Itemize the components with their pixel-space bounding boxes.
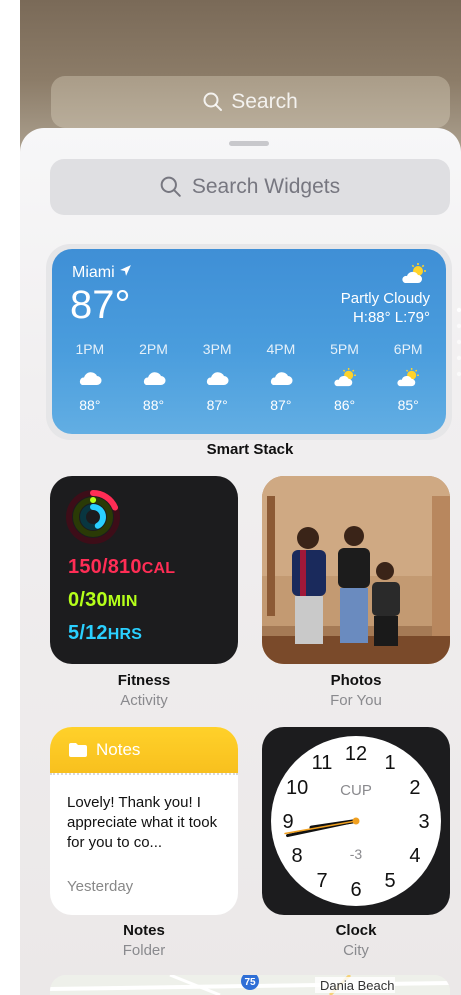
partly-cloudy-icon — [331, 359, 359, 397]
clock-widget[interactable]: CUP -3 12 1 2 3 4 5 6 7 8 9 10 11 — [262, 727, 450, 915]
clock-city-code: CUP — [340, 782, 372, 799]
clock-numeral: 10 — [286, 777, 308, 799]
hourly-forecast: 1PM 88° 2PM 88° 3PM 87° 4PM 87° 5PM 86° … — [58, 341, 440, 413]
map-thumbnail: 75 Dania Beach — [50, 975, 450, 995]
home-search-label: Search — [231, 90, 298, 113]
note-date: Yesterday — [67, 878, 134, 895]
clock-numeral: 7 — [316, 870, 327, 892]
clock-numeral: 1 — [384, 752, 395, 774]
clock-numeral: 12 — [345, 743, 367, 765]
location-arrow-icon — [120, 265, 132, 276]
hourly-item: 2PM 88° — [122, 341, 186, 413]
hour-time: 2PM — [139, 341, 168, 357]
clock-offset: -3 — [350, 846, 363, 862]
activity-rings — [66, 490, 120, 544]
hourly-item: 4PM 87° — [249, 341, 313, 413]
weather-high-low: H:88° L:79° — [352, 309, 430, 326]
widget-search-placeholder: Search Widgets — [191, 175, 341, 198]
clock-numeral: 11 — [312, 752, 333, 774]
cloud-icon — [142, 359, 166, 397]
hour-temp: 87° — [270, 397, 292, 413]
route-badge: 75 — [244, 977, 256, 988]
map-place-label: Dania Beach — [320, 978, 394, 993]
analog-clock: CUP -3 12 12 3 45 6 78 9 1011 — [271, 736, 441, 906]
photos-widget[interactable] — [262, 476, 450, 664]
hour-temp: 85° — [397, 397, 419, 413]
clock-numeral: 9 — [282, 811, 293, 833]
smart-stack-label: Smart Stack — [206, 441, 294, 458]
widget-search-field[interactable]: Search Widgets — [50, 159, 450, 215]
partly-cloudy-icon — [394, 359, 422, 397]
notes-sublabel: Folder — [122, 942, 166, 959]
hourly-item: 6PM 85° — [376, 341, 440, 413]
notes-widget[interactable]: Notes Lovely! Thank you! I appreciate wh… — [50, 727, 238, 915]
fitness-widget[interactable]: 150/810CAL 0/30MIN 5/12HRS — [50, 476, 238, 664]
home-search-bar[interactable]: Search — [51, 76, 450, 128]
notes-header-title: Notes — [96, 740, 141, 759]
notes-header: Notes — [50, 727, 238, 773]
clock-sublabel: City — [343, 942, 369, 959]
weather-city: Miami — [72, 264, 132, 282]
hour-temp: 88° — [142, 397, 165, 413]
sheet-grabber[interactable] — [229, 141, 269, 146]
weather-widget[interactable]: Miami 87° Partly Cloudy H:88° L:79° 1PM … — [52, 249, 446, 434]
clock-numeral: 4 — [409, 845, 420, 867]
search-icon — [160, 176, 181, 197]
search-icon — [203, 92, 223, 111]
hour-time: 6PM — [393, 341, 423, 357]
clock-numeral: 3 — [418, 811, 429, 833]
notes-label: Notes — [123, 922, 165, 939]
stand-stat: 5/12HRS — [68, 622, 143, 644]
partly-cloudy-icon — [400, 263, 428, 290]
weather-condition: Partly Cloudy — [340, 290, 430, 307]
move-stat: 150/810CAL — [68, 556, 176, 578]
weather-temperature: 87° — [70, 283, 131, 327]
hourly-item: 3PM 87° — [185, 341, 249, 413]
hour-temp: 88° — [79, 397, 101, 413]
exercise-stat: 0/30MIN — [68, 589, 138, 611]
cloud-icon — [205, 359, 229, 397]
clock-numeral: 8 — [292, 845, 303, 867]
photos-sublabel: For You — [330, 692, 382, 709]
fitness-label: Fitness — [117, 672, 171, 689]
clock-numeral: 5 — [384, 870, 395, 892]
clock-numeral: 6 — [350, 879, 361, 901]
hour-temp: 87° — [206, 397, 228, 413]
stack-page-indicator — [456, 307, 461, 377]
clock-label: Clock — [335, 922, 377, 939]
hour-time: 3PM — [202, 341, 232, 357]
hour-time: 5PM — [330, 341, 359, 357]
folder-icon — [69, 743, 87, 757]
notes-divider — [50, 773, 238, 775]
note-preview: Lovely! Thank you! I appreciate what it … — [67, 794, 218, 851]
fitness-sublabel: Activity — [120, 692, 168, 709]
family-photo — [262, 476, 450, 664]
hour-time: 1PM — [75, 341, 105, 357]
cloud-icon — [78, 359, 102, 397]
hourly-item: 1PM 88° — [58, 341, 122, 413]
hourly-item: 5PM 86° — [313, 341, 377, 413]
maps-widget-peek[interactable]: 75 Dania Beach — [50, 975, 450, 995]
cloud-icon — [269, 359, 293, 397]
clock-numeral: 2 — [409, 777, 420, 799]
hour-temp: 86° — [333, 397, 356, 413]
clock-center-pin — [352, 817, 360, 825]
hour-time: 4PM — [266, 341, 296, 357]
photos-label: Photos — [330, 672, 382, 689]
